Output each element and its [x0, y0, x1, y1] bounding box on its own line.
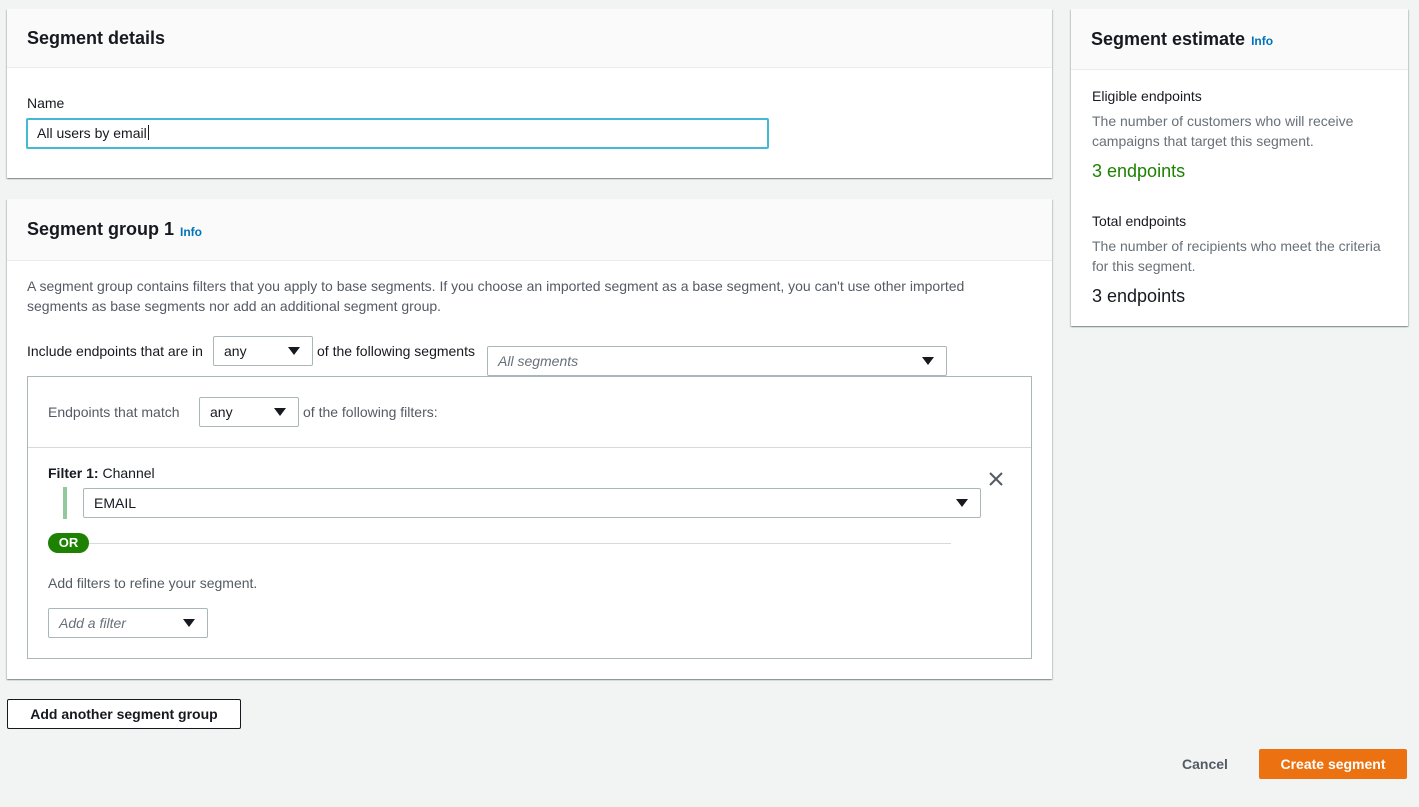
- total-endpoints-value: 3 endpoints: [1092, 286, 1186, 306]
- segment-details-panel: Segment details Name All users by email: [7, 9, 1052, 178]
- segment-estimate-title: Segment estimate: [1091, 28, 1246, 49]
- include-logic-value: any: [224, 343, 247, 359]
- match-prefix-text: Endpoints that match: [48, 404, 180, 420]
- or-badge: OR: [48, 533, 89, 553]
- segment-group-panel: Segment group 1 Info A segment group con…: [7, 199, 1052, 679]
- segment-group-header: Segment group 1 Info: [7, 199, 1052, 261]
- caret-down-icon: [183, 619, 195, 627]
- match-logic-value: any: [210, 404, 233, 420]
- caret-down-icon: [922, 357, 934, 365]
- eligible-endpoints-description: The number of customers who will receive…: [1092, 113, 1354, 149]
- filter-1-value-select[interactable]: EMAIL: [83, 488, 981, 518]
- close-icon[interactable]: [986, 469, 1006, 489]
- caret-down-icon: [288, 347, 300, 355]
- filter-1-number: Filter 1:: [48, 465, 99, 481]
- name-label: Name: [27, 95, 65, 111]
- segment-details-title: Segment details: [27, 27, 166, 48]
- segment-group-info-link[interactable]: Info: [180, 225, 202, 239]
- add-filter-placeholder: Add a filter: [59, 615, 126, 631]
- filters-container: Endpoints that match any of the followin…: [27, 376, 1032, 659]
- filter-1-type: Channel: [102, 465, 155, 481]
- add-segment-group-button[interactable]: Add another segment group: [7, 699, 241, 729]
- total-endpoints-label: Total endpoints: [1092, 213, 1187, 229]
- segment-estimate-info-link[interactable]: Info: [1251, 34, 1273, 48]
- eligible-endpoints-label: Eligible endpoints: [1092, 88, 1202, 104]
- include-prefix-text: Include endpoints that are in: [27, 343, 203, 359]
- caret-down-icon: [956, 499, 968, 507]
- filters-match-row: Endpoints that match any of the followin…: [28, 377, 1031, 448]
- add-filters-text: Add filters to refine your segment.: [48, 575, 258, 591]
- or-divider: [48, 543, 951, 544]
- name-input-value: All users by email: [37, 125, 147, 141]
- segments-select-placeholder: All segments: [498, 353, 579, 369]
- add-filter-select[interactable]: Add a filter: [48, 608, 208, 638]
- match-logic-select[interactable]: any: [199, 397, 299, 427]
- filter-1-title: Filter 1: Channel: [48, 465, 155, 481]
- text-cursor: [147, 125, 149, 140]
- name-input[interactable]: All users by email: [26, 118, 769, 149]
- match-suffix-text: of the following filters:: [303, 404, 438, 420]
- include-logic-select[interactable]: any: [213, 336, 313, 366]
- create-segment-button[interactable]: Create segment: [1259, 749, 1407, 779]
- eligible-endpoints-value: 3 endpoints: [1092, 161, 1186, 181]
- cancel-button[interactable]: Cancel: [1167, 749, 1243, 779]
- caret-down-icon: [274, 408, 286, 416]
- segment-estimate-panel: Segment estimate Info Eligible endpoints…: [1071, 9, 1408, 326]
- filter-1-value: EMAIL: [94, 495, 137, 511]
- filter-indicator-bar: [63, 487, 67, 519]
- segment-group-title: Segment group 1: [27, 219, 175, 239]
- segment-estimate-header: Segment estimate Info: [1071, 9, 1408, 70]
- segments-select[interactable]: All segments: [487, 346, 947, 376]
- segment-details-header: Segment details: [7, 9, 1052, 68]
- include-suffix-text: of the following segments: [317, 343, 475, 359]
- segment-group-description: A segment group contains filters that yo…: [27, 278, 965, 314]
- total-endpoints-description: The number of recipients who meet the cr…: [1092, 238, 1381, 274]
